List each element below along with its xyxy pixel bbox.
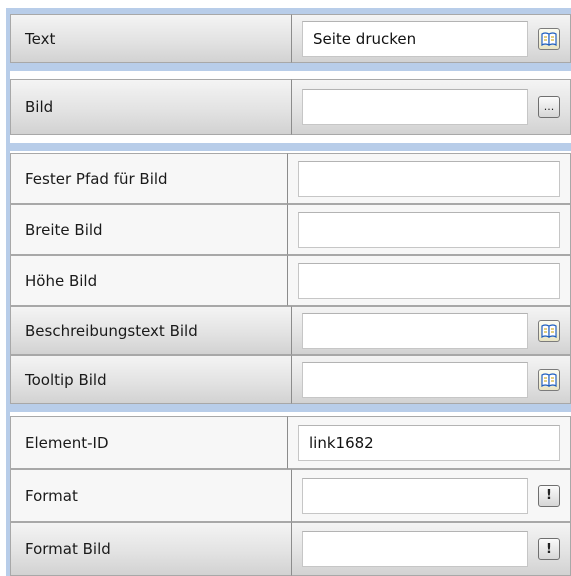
property-label: Fester Pfad für Bild <box>10 153 288 204</box>
property-group-bild-options: Fester Pfad für Bild Breite Bild Höhe Bi… <box>10 151 571 404</box>
book-icon[interactable] <box>538 27 560 50</box>
property-group-element: Element-ID link1682 Format ! Format Bild… <box>10 412 571 576</box>
property-row-bild: Bild ... <box>10 79 571 135</box>
property-value-cell <box>288 204 571 255</box>
format-bild-input[interactable] <box>302 531 528 567</box>
property-label: Breite Bild <box>10 204 288 255</box>
property-row-fester-pfad: Fester Pfad für Bild <box>10 153 571 204</box>
book-icon[interactable] <box>538 368 560 391</box>
property-row-element-id: Element-ID link1682 <box>10 416 571 469</box>
property-row-format-bild: Format Bild ! <box>10 522 571 576</box>
property-label: Format <box>10 469 292 522</box>
property-row-text: Text Seite drucken <box>10 14 571 63</box>
property-value-cell <box>292 306 571 355</box>
exclamation-icon[interactable]: ! <box>538 538 560 560</box>
property-label: Tooltip Bild <box>10 355 292 404</box>
breite-input[interactable] <box>298 211 560 248</box>
property-label: Element-ID <box>10 416 288 469</box>
property-value-cell: ... <box>292 79 571 135</box>
property-row-breite: Breite Bild <box>10 204 571 255</box>
property-group-text: Text Seite drucken <box>10 14 571 63</box>
property-row-format: Format ! <box>10 469 571 522</box>
property-label: Text <box>10 14 292 63</box>
property-row-beschreibungstext: Beschreibungstext Bild <box>10 306 571 355</box>
property-value-cell: Seite drucken <box>292 14 571 63</box>
property-value-cell: ! <box>292 522 571 576</box>
text-input[interactable]: Seite drucken <box>302 20 528 57</box>
beschreibungstext-input[interactable] <box>302 312 528 349</box>
exclamation-icon[interactable]: ! <box>538 484 560 507</box>
tooltip-input[interactable] <box>302 361 528 398</box>
property-group-bild: Bild ... <box>10 71 571 143</box>
property-row-hoehe: Höhe Bild <box>10 255 571 306</box>
property-value-cell: link1682 <box>288 416 571 469</box>
property-label: Format Bild <box>10 522 292 576</box>
properties-panel: Text Seite drucken Bild ... Fester Pfad … <box>6 8 571 576</box>
element-id-input[interactable]: link1682 <box>298 424 560 461</box>
property-label: Bild <box>10 79 292 135</box>
bild-input[interactable] <box>302 89 528 125</box>
property-value-cell <box>292 355 571 404</box>
fester-pfad-input[interactable] <box>298 160 560 197</box>
property-value-cell <box>288 255 571 306</box>
book-icon[interactable] <box>538 319 560 342</box>
property-value-cell <box>288 153 571 204</box>
browse-button[interactable]: ... <box>538 96 560 118</box>
property-value-cell: ! <box>292 469 571 522</box>
property-row-tooltip: Tooltip Bild <box>10 355 571 404</box>
property-label: Höhe Bild <box>10 255 288 306</box>
format-input[interactable] <box>302 477 528 514</box>
hoehe-input[interactable] <box>298 262 560 299</box>
property-label: Beschreibungstext Bild <box>10 306 292 355</box>
